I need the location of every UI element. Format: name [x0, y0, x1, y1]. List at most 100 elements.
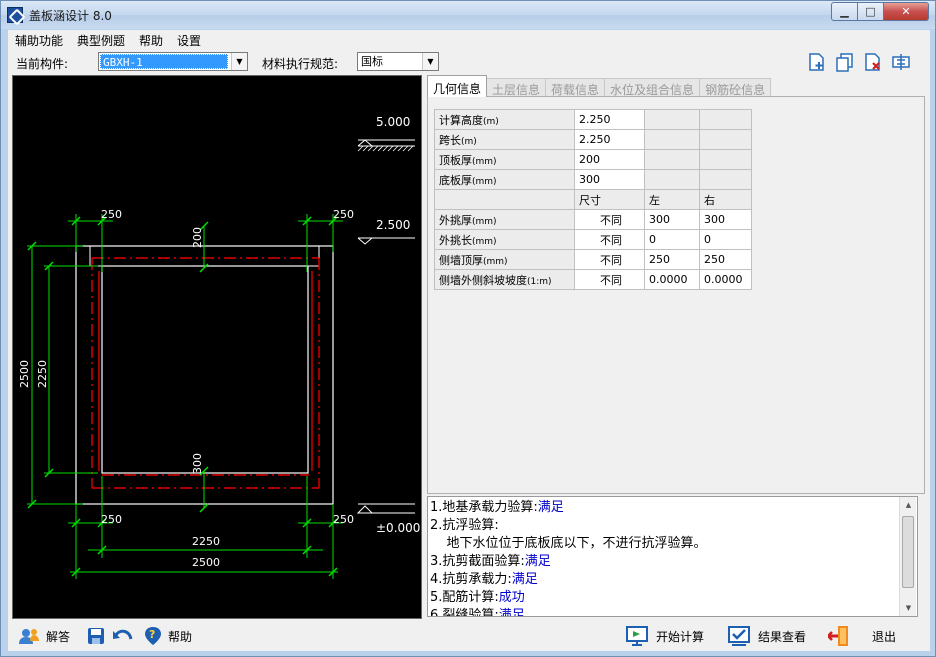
minimize-button[interactable]: ▁: [831, 2, 858, 21]
right-value-cell[interactable]: 300: [699, 209, 752, 230]
title-bar[interactable]: 盖板涵设计 8.0 ▁ □ ✕: [1, 1, 935, 29]
dim-outer-width: 2500: [192, 556, 220, 569]
app-window: 盖板涵设计 8.0 ▁ □ ✕ 辅助功能 典型例题 帮助 设置 当前构件: GB…: [0, 0, 936, 657]
col-header-size: 尺寸: [574, 189, 645, 210]
size-cell[interactable]: 不同: [574, 249, 645, 270]
menu-help[interactable]: 帮助: [132, 30, 170, 49]
svg-text:?: ?: [149, 628, 155, 641]
section-drawing-canvas[interactable]: 250 250 200 300 250 250 2250 2500 2500 2…: [12, 75, 422, 619]
row-label: 侧墙顶厚(mm): [434, 249, 575, 270]
elevation-top: 5.000: [376, 115, 410, 129]
height-input[interactable]: 2.250: [574, 109, 645, 130]
geometry-table: 计算高度(m) 2.250 跨长(m) 2.250 顶板厚(mm) 200 底板…: [434, 109, 752, 290]
result-line: 1.地基承载力验算:满足: [430, 500, 564, 515]
users-icon: [18, 626, 40, 646]
table-row: 外挑厚(mm) 不同 300 300: [434, 209, 752, 230]
view-results-button[interactable]: 结果查看: [728, 625, 806, 647]
exit-label: 退出: [872, 629, 897, 644]
undo-button[interactable]: [112, 625, 140, 647]
dim-bottom-slab: 300: [191, 453, 204, 474]
col-header-left: 左: [644, 189, 700, 210]
component-select[interactable]: GBXH-1 ▼: [98, 52, 248, 71]
help-button[interactable]: ? 帮助: [142, 625, 192, 647]
answer-label: 解答: [46, 629, 71, 644]
standard-select[interactable]: 国标 ▼: [357, 52, 439, 71]
checklist-icon: [728, 626, 750, 646]
left-value-cell[interactable]: 300: [644, 209, 700, 230]
table-row: 顶板厚(mm) 200: [434, 149, 752, 170]
row-label: 外挑厚(mm): [434, 209, 575, 230]
save-button[interactable]: [85, 625, 113, 647]
copy-component-icon[interactable]: [834, 52, 856, 72]
help-label: 帮助: [168, 629, 193, 644]
help-icon: ?: [142, 626, 164, 646]
dim-inner-width: 2250: [192, 535, 220, 548]
top-slab-thickness-input[interactable]: 200: [574, 149, 645, 170]
standard-label: 材料执行规范:: [262, 57, 339, 71]
result-line: 地下水位位于底板底以下，不进行抗浮验算。: [430, 536, 707, 551]
component-toolbar: 当前构件: GBXH-1 ▼ 材料执行规范: 国标 ▼: [8, 51, 930, 73]
scroll-down-icon[interactable]: ▼: [900, 600, 917, 616]
dim-inner-height: 2250: [36, 360, 49, 388]
view-results-label: 结果查看: [758, 629, 807, 644]
geometry-panel: 计算高度(m) 2.250 跨长(m) 2.250 顶板厚(mm) 200 底板…: [427, 96, 925, 494]
span-input[interactable]: 2.250: [574, 129, 645, 150]
row-label: 侧墙外侧斜坡坡度(1:m): [434, 269, 575, 290]
dim-top-left: 250: [101, 208, 122, 221]
culvert-inner-outline: [101, 265, 309, 474]
size-cell[interactable]: 不同: [574, 269, 645, 290]
left-value-cell[interactable]: 250: [644, 249, 700, 270]
menu-assist[interactable]: 辅助功能: [8, 30, 70, 49]
table-row: 跨长(m) 2.250: [434, 129, 752, 150]
maximize-button[interactable]: □: [858, 2, 884, 21]
left-value-cell[interactable]: 0.0000: [644, 269, 700, 290]
results-scrollbar[interactable]: ▲ ▼: [899, 497, 916, 616]
chevron-down-icon[interactable]: ▼: [231, 53, 247, 70]
window-title: 盖板涵设计 8.0: [29, 9, 112, 23]
tab-reinforced-concrete[interactable]: 钢筋砼信息: [699, 78, 772, 97]
table-row: 外挑长(mm) 不同 0 0: [434, 229, 752, 250]
row-label: 跨长(m): [434, 129, 575, 150]
undo-icon: [112, 626, 134, 646]
tab-load[interactable]: 荷载信息: [545, 78, 606, 97]
answer-button[interactable]: 解答: [18, 625, 70, 647]
left-value-cell[interactable]: 0: [644, 229, 700, 250]
app-logo-icon: [7, 7, 23, 23]
elevation-mid: 2.500: [376, 218, 410, 232]
result-line: 5.配筋计算:成功: [430, 590, 525, 605]
dim-top-slab: 200: [191, 227, 204, 248]
menu-settings[interactable]: 设置: [170, 30, 208, 49]
standard-select-value: 国标: [361, 55, 383, 68]
right-value-cell[interactable]: 0: [699, 229, 752, 250]
save-icon: [85, 626, 107, 646]
bottom-slab-thickness-input[interactable]: 300: [574, 169, 645, 190]
row-label: 外挑长(mm): [434, 229, 575, 250]
size-cell[interactable]: 不同: [574, 209, 645, 230]
right-value-cell[interactable]: 0.0000: [699, 269, 752, 290]
size-cell[interactable]: 不同: [574, 229, 645, 250]
chevron-down-icon[interactable]: ▼: [422, 53, 438, 70]
component-settings-icon[interactable]: [890, 52, 912, 72]
tab-soil[interactable]: 土层信息: [486, 78, 547, 97]
tab-geometry[interactable]: 几何信息: [427, 75, 488, 97]
start-calc-button[interactable]: 开始计算: [626, 625, 704, 647]
dim-bottom-right: 250: [333, 513, 354, 526]
dim-bottom-left: 250: [101, 513, 122, 526]
dim-outer-height: 2500: [18, 360, 31, 388]
table-row: 底板厚(mm) 300: [434, 169, 752, 190]
scroll-up-icon[interactable]: ▲: [900, 497, 917, 513]
monitor-icon: [626, 626, 648, 646]
close-button[interactable]: ✕: [884, 2, 929, 21]
tab-water-combination[interactable]: 水位及组合信息: [604, 78, 701, 97]
right-value-cell[interactable]: 250: [699, 249, 752, 270]
exit-door-icon: [828, 626, 850, 646]
row-label: 计算高度(m): [434, 109, 575, 130]
exit-button[interactable]: 退出: [828, 625, 896, 647]
add-component-icon[interactable]: [806, 52, 828, 72]
menu-examples[interactable]: 典型例题: [70, 30, 132, 49]
table-row: 计算高度(m) 2.250: [434, 109, 752, 130]
elevation-bottom: ±0.000: [376, 521, 420, 535]
delete-component-icon[interactable]: [862, 52, 884, 72]
results-output[interactable]: 1.地基承载力验算:满足 2.抗浮验算: 地下水位位于底板底以下，不进行抗浮验算…: [427, 496, 918, 617]
scroll-thumb[interactable]: [902, 516, 914, 588]
